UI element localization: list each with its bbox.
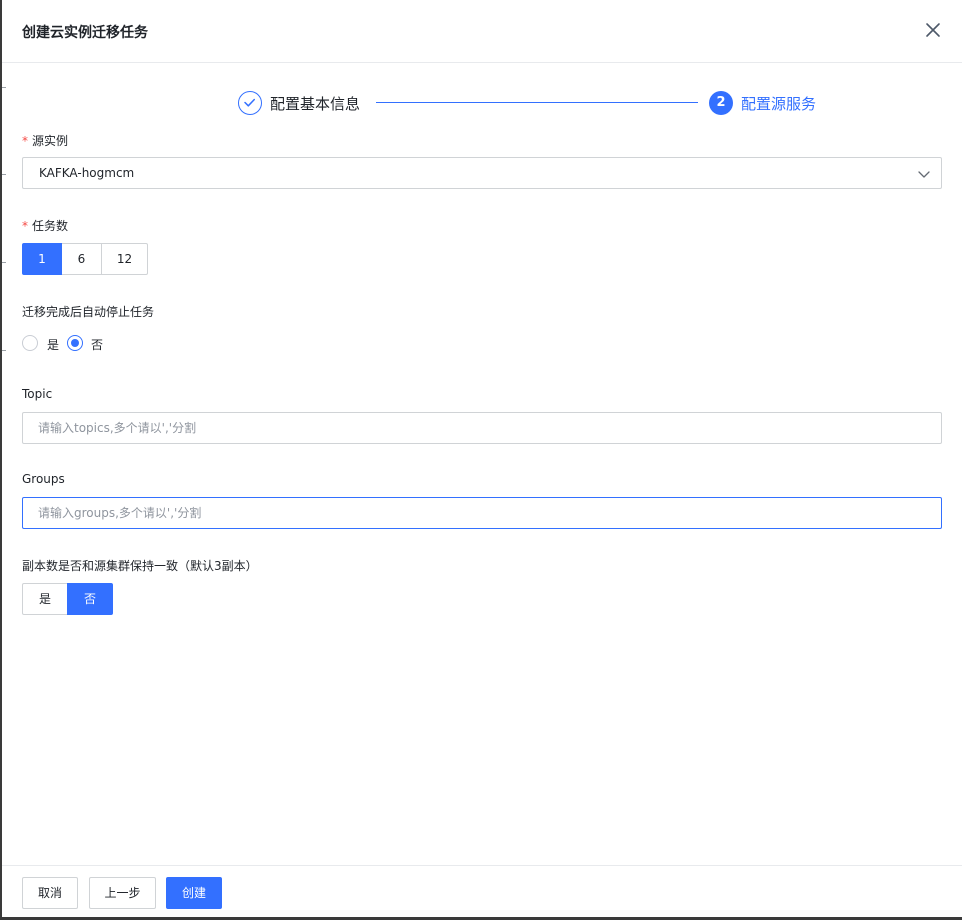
chevron-down-icon xyxy=(918,171,930,178)
background-divider xyxy=(2,262,6,263)
check-icon xyxy=(238,91,262,115)
close-button[interactable] xyxy=(922,19,944,41)
background-divider xyxy=(2,87,6,88)
required-mark: * xyxy=(22,219,28,233)
task-count-label: * 任务数 xyxy=(22,219,69,233)
task-count-option-1[interactable]: 1 xyxy=(22,243,62,275)
source-instance-value: KAFKA-hogmcm xyxy=(39,166,135,180)
topic-input[interactable] xyxy=(22,412,942,444)
cancel-button[interactable]: 取消 xyxy=(22,877,78,909)
groups-label: Groups xyxy=(22,472,65,486)
step-connector xyxy=(376,102,698,103)
create-button[interactable]: 创建 xyxy=(166,877,222,909)
groups-input[interactable] xyxy=(22,497,942,529)
step-label-basic-info: 配置基本信息 xyxy=(270,95,361,113)
replica-option-yes[interactable]: 是 xyxy=(22,583,68,615)
auto-stop-radio-yes[interactable] xyxy=(22,335,38,351)
replica-option-no[interactable]: 否 xyxy=(67,583,113,615)
replica-consistency-label: 副本数是否和源集群保持一致（默认3副本） xyxy=(22,559,258,573)
dialog-footer: 取消 上一步 创建 xyxy=(2,865,962,917)
background-divider xyxy=(2,350,6,351)
previous-step-button[interactable]: 上一步 xyxy=(89,877,156,909)
task-count-option-12[interactable]: 12 xyxy=(101,243,148,275)
replica-consistency-segmented: 是 否 xyxy=(22,583,113,615)
close-icon xyxy=(926,23,940,37)
auto-stop-radio-no[interactable] xyxy=(67,335,83,351)
required-mark: * xyxy=(22,134,28,148)
step-label-source-service: 配置源服务 xyxy=(741,95,817,113)
step-number: 2 xyxy=(709,91,733,115)
steps-indicator: 配置基本信息 2 配置源服务 xyxy=(238,90,838,116)
task-count-option-6[interactable]: 6 xyxy=(61,243,102,275)
source-instance-label: * 源实例 xyxy=(22,134,69,148)
source-instance-select[interactable]: KAFKA-hogmcm xyxy=(22,157,942,189)
radio-label-no: 否 xyxy=(91,338,104,352)
radio-label-yes: 是 xyxy=(47,338,60,352)
task-count-segmented: 1 6 12 xyxy=(22,243,148,275)
dialog-header: 创建云实例迁移任务 xyxy=(2,0,962,63)
background-divider xyxy=(2,174,6,175)
auto-stop-label: 迁移完成后自动停止任务 xyxy=(22,305,155,319)
topic-label: Topic xyxy=(22,387,53,401)
dialog-title: 创建云实例迁移任务 xyxy=(22,25,148,41)
create-migration-dialog: 创建云实例迁移任务 配置基本信息 2 配置源服务 * 源实例 KAFKA-hogm… xyxy=(0,0,962,920)
